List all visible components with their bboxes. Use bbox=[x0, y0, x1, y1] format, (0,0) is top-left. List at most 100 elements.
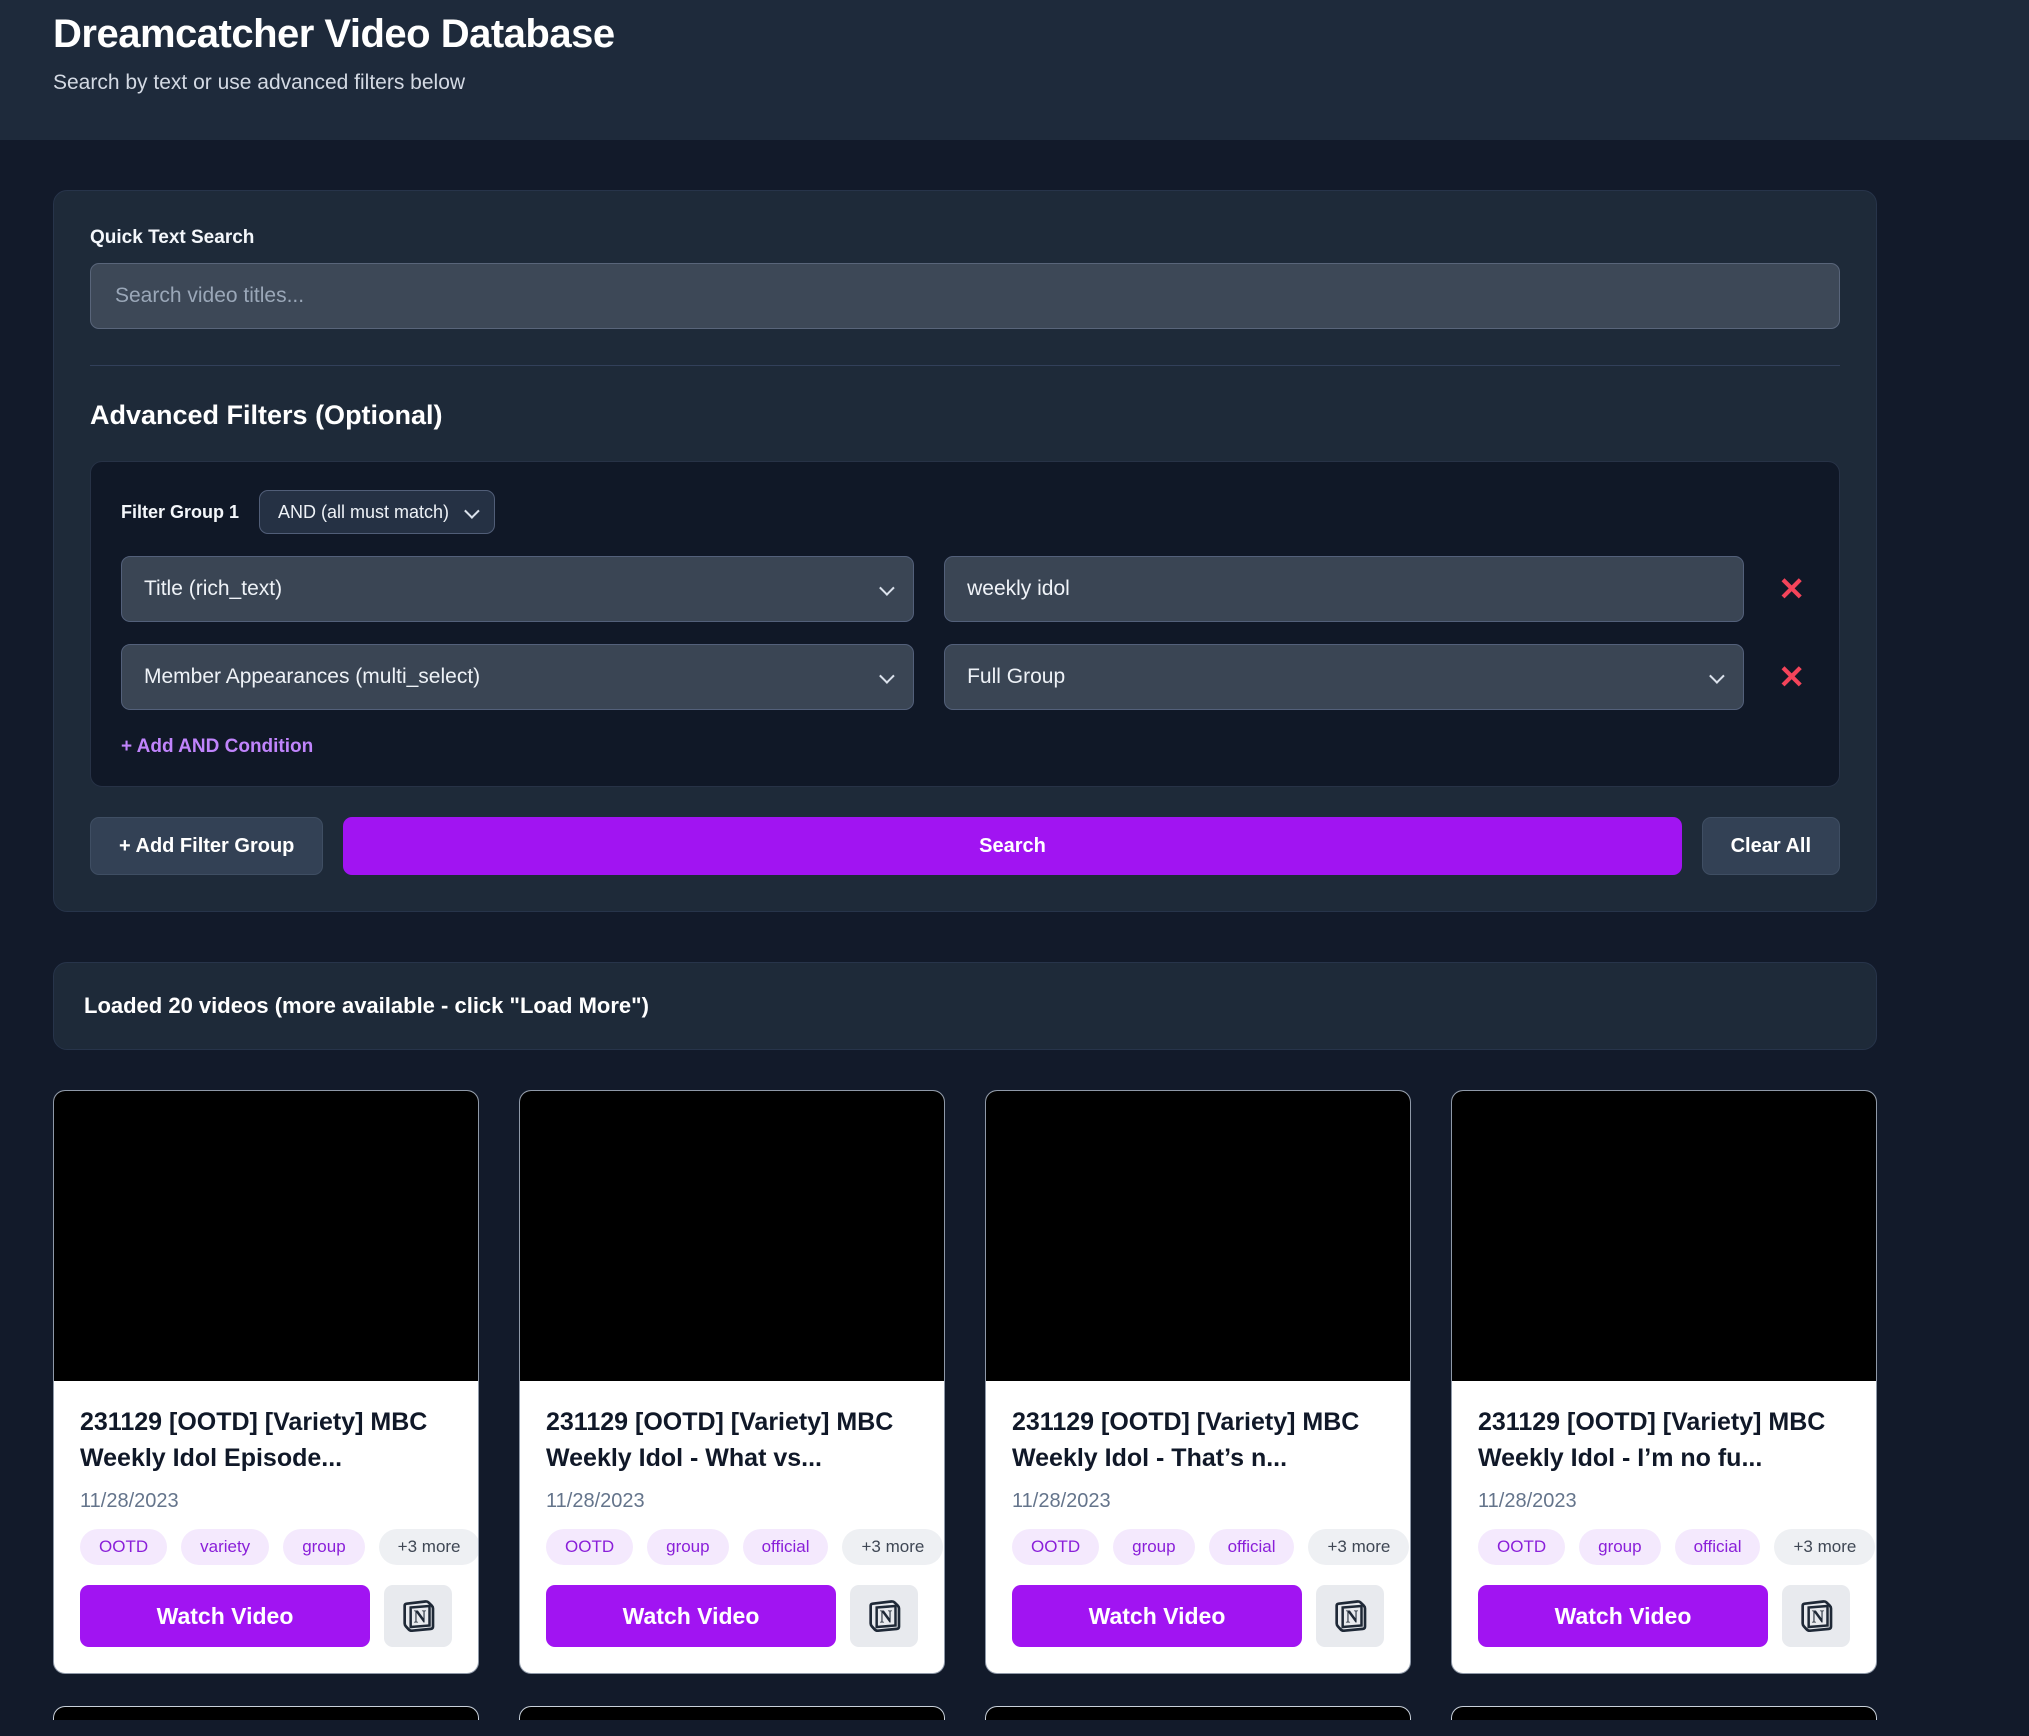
video-date: 11/28/2023 bbox=[1012, 1490, 1111, 1512]
tag-list: OOTD group official +3 more bbox=[1478, 1529, 1876, 1565]
filter-group-panel: Filter Group 1 AND (all must match) Titl… bbox=[90, 461, 1840, 787]
video-grid: 231129 [OOTD] [Variety] MBC Weekly Idol … bbox=[53, 1090, 1877, 1674]
video-date: 11/28/2023 bbox=[1478, 1490, 1577, 1512]
video-thumbnail[interactable] bbox=[986, 1091, 1410, 1381]
tag-pill: OOTD bbox=[1012, 1529, 1100, 1565]
tag-pill: official bbox=[1674, 1529, 1761, 1565]
chevron-down-icon bbox=[879, 579, 895, 596]
remove-condition-button[interactable]: ✕ bbox=[1774, 573, 1809, 605]
page-content: Quick Text Search Advanced Filters (Opti… bbox=[53, 190, 1877, 1720]
tag-pill: group bbox=[1113, 1529, 1195, 1565]
svg-text:N: N bbox=[1346, 1607, 1359, 1627]
video-thumbnail[interactable] bbox=[519, 1706, 945, 1720]
watch-video-button[interactable]: Watch Video bbox=[546, 1585, 836, 1647]
watch-video-button[interactable]: Watch Video bbox=[1012, 1585, 1302, 1647]
video-thumbnail[interactable] bbox=[53, 1706, 479, 1720]
condition-field-select[interactable]: Title (rich_text) bbox=[121, 556, 915, 622]
advanced-filters-heading: Advanced Filters (Optional) bbox=[90, 400, 443, 430]
video-date: 11/28/2023 bbox=[546, 1490, 645, 1512]
card-actions: Watch Video N bbox=[1012, 1585, 1384, 1647]
tag-pill: OOTD bbox=[1478, 1529, 1566, 1565]
tag-pill: official bbox=[1208, 1529, 1295, 1565]
notion-link-button[interactable]: N bbox=[850, 1585, 918, 1647]
tag-pill: group bbox=[283, 1529, 365, 1565]
chevron-down-icon bbox=[464, 502, 480, 519]
video-date: 11/28/2023 bbox=[80, 1490, 179, 1512]
more-tags-pill: +3 more bbox=[1774, 1529, 1876, 1565]
more-tags-pill: +3 more bbox=[842, 1529, 944, 1565]
notion-icon: N bbox=[1335, 1600, 1367, 1633]
video-grid-next-row bbox=[53, 1706, 1877, 1720]
video-thumbnail[interactable] bbox=[520, 1091, 944, 1381]
video-thumbnail[interactable] bbox=[54, 1091, 478, 1381]
video-title: 231129 [OOTD] [Variety] MBC Weekly Idol … bbox=[1478, 1408, 1826, 1472]
watch-video-button[interactable]: Watch Video bbox=[1478, 1585, 1768, 1647]
tag-pill: official bbox=[742, 1529, 829, 1565]
notion-link-button[interactable]: N bbox=[384, 1585, 452, 1647]
section-divider bbox=[90, 365, 1840, 366]
search-input[interactable] bbox=[90, 263, 1840, 329]
video-thumbnail[interactable] bbox=[1452, 1091, 1876, 1381]
video-card: 231129 [OOTD] [Variety] MBC Weekly Idol … bbox=[1451, 1090, 1877, 1674]
notion-icon: N bbox=[403, 1600, 435, 1633]
more-tags-pill: +3 more bbox=[378, 1529, 478, 1565]
tag-list: OOTD variety group +3 more bbox=[80, 1529, 478, 1565]
condition-value-select[interactable]: Full Group bbox=[944, 644, 1745, 710]
search-panel: Quick Text Search Advanced Filters (Opti… bbox=[53, 190, 1877, 912]
results-status-bar: Loaded 20 videos (more available - click… bbox=[53, 962, 1877, 1050]
tag-pill: OOTD bbox=[546, 1529, 634, 1565]
remove-condition-button[interactable]: ✕ bbox=[1774, 661, 1809, 693]
video-thumbnail[interactable] bbox=[1451, 1706, 1877, 1720]
tag-list: OOTD group official +3 more bbox=[1012, 1529, 1410, 1565]
video-card: 231129 [OOTD] [Variety] MBC Weekly Idol … bbox=[53, 1090, 479, 1674]
notion-link-button[interactable]: N bbox=[1316, 1585, 1384, 1647]
condition-value: Full Group bbox=[967, 665, 1066, 688]
card-actions: Watch Video N bbox=[546, 1585, 918, 1647]
filter-group-header: Filter Group 1 AND (all must match) bbox=[121, 490, 1809, 534]
svg-text:N: N bbox=[414, 1607, 427, 1627]
search-button[interactable]: Search bbox=[343, 817, 1682, 875]
video-card: 231129 [OOTD] [Variety] MBC Weekly Idol … bbox=[519, 1090, 945, 1674]
tag-list: OOTD group official +3 more bbox=[546, 1529, 944, 1565]
match-mode-value: AND (all must match) bbox=[278, 501, 450, 522]
card-body: 231129 [OOTD] [Variety] MBC Weekly Idol … bbox=[54, 1381, 478, 1673]
page-subtitle: Search by text or use advanced filters b… bbox=[53, 71, 466, 94]
page-title: Dreamcatcher Video Database bbox=[53, 12, 615, 56]
tag-pill: group bbox=[1579, 1529, 1661, 1565]
add-filter-group-button[interactable]: + Add Filter Group bbox=[90, 817, 324, 875]
more-tags-pill: +3 more bbox=[1308, 1529, 1410, 1565]
notion-icon: N bbox=[869, 1600, 901, 1633]
results-status-text: Loaded 20 videos (more available - click… bbox=[84, 993, 649, 1018]
add-and-condition-link[interactable]: + Add AND Condition bbox=[121, 736, 313, 758]
card-actions: Watch Video N bbox=[1478, 1585, 1850, 1647]
condition-row: Title (rich_text) ✕ bbox=[121, 556, 1809, 622]
notion-link-button[interactable]: N bbox=[1782, 1585, 1850, 1647]
quick-search-label: Quick Text Search bbox=[90, 227, 255, 248]
tag-pill: variety bbox=[181, 1529, 270, 1565]
condition-field-select[interactable]: Member Appearances (multi_select) bbox=[121, 644, 915, 710]
chevron-down-icon bbox=[879, 667, 895, 684]
tag-pill: group bbox=[647, 1529, 729, 1565]
video-card: 231129 [OOTD] [Variety] MBC Weekly Idol … bbox=[985, 1090, 1411, 1674]
card-body: 231129 [OOTD] [Variety] MBC Weekly Idol … bbox=[520, 1381, 944, 1673]
notion-icon: N bbox=[1801, 1600, 1833, 1633]
svg-text:N: N bbox=[1812, 1607, 1825, 1627]
match-mode-select[interactable]: AND (all must match) bbox=[259, 490, 496, 534]
video-title: 231129 [OOTD] [Variety] MBC Weekly Idol … bbox=[1012, 1408, 1360, 1472]
video-title: 231129 [OOTD] [Variety] MBC Weekly Idol … bbox=[546, 1408, 894, 1472]
condition-value-input[interactable] bbox=[944, 556, 1745, 622]
card-actions: Watch Video N bbox=[80, 1585, 452, 1647]
clear-all-button[interactable]: Clear All bbox=[1701, 817, 1840, 875]
chevron-down-icon bbox=[1709, 667, 1725, 684]
condition-row: Member Appearances (multi_select) Full G… bbox=[121, 644, 1809, 710]
watch-video-button[interactable]: Watch Video bbox=[80, 1585, 370, 1647]
tag-pill: OOTD bbox=[80, 1529, 168, 1565]
card-body: 231129 [OOTD] [Variety] MBC Weekly Idol … bbox=[1452, 1381, 1876, 1673]
condition-field-value: Member Appearances (multi_select) bbox=[144, 665, 481, 688]
app-header: Dreamcatcher Video Database Search by te… bbox=[0, 0, 2029, 140]
filter-group-label: Filter Group 1 bbox=[121, 501, 240, 522]
video-title: 231129 [OOTD] [Variety] MBC Weekly Idol … bbox=[80, 1408, 428, 1472]
video-thumbnail[interactable] bbox=[985, 1706, 1411, 1720]
card-body: 231129 [OOTD] [Variety] MBC Weekly Idol … bbox=[986, 1381, 1410, 1673]
svg-text:N: N bbox=[880, 1607, 893, 1627]
